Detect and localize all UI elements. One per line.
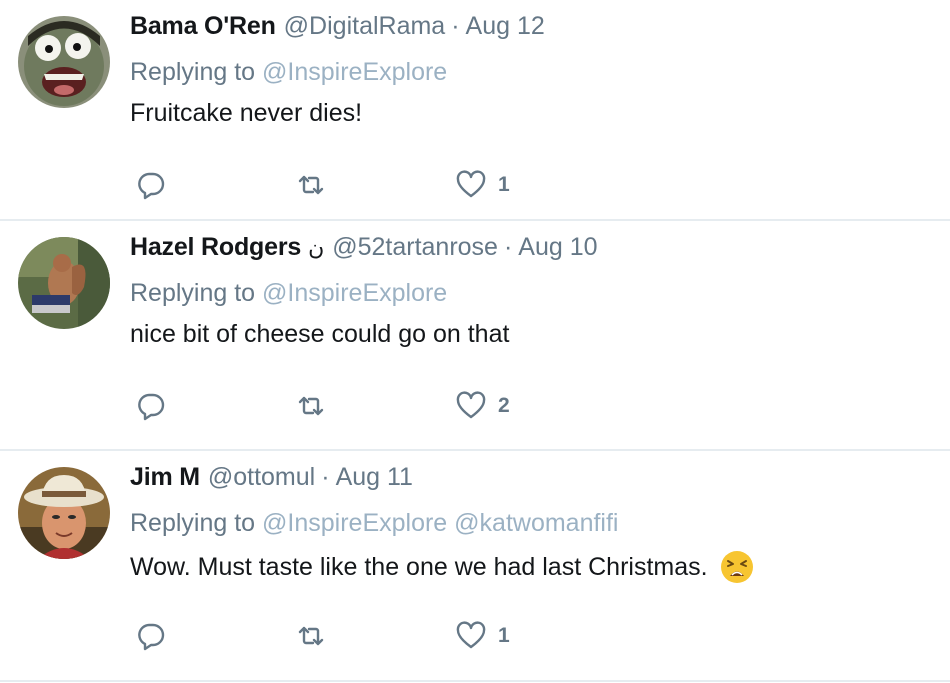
user-handle[interactable]: @DigitalRama bbox=[284, 12, 446, 41]
cartoon-face-icon bbox=[18, 16, 110, 108]
avatar[interactable] bbox=[18, 16, 110, 108]
tweet-content: Bama O'Ren @DigitalRama · Aug 12 Replyin… bbox=[130, 12, 940, 128]
tweet-text: Fruitcake never dies! bbox=[130, 99, 940, 128]
name-symbol: ن bbox=[308, 235, 325, 260]
tweet-content: Jim M @ottomul · Aug 11 Replying to @Ins… bbox=[130, 463, 940, 584]
retweet-button[interactable] bbox=[296, 621, 456, 651]
retweet-button[interactable] bbox=[296, 391, 456, 421]
retweet-icon bbox=[298, 626, 324, 646]
like-button[interactable]: 1 bbox=[456, 621, 616, 651]
replying-prefix: Replying to bbox=[130, 58, 256, 86]
replying-to: Replying to @InspireExplore bbox=[130, 279, 940, 308]
mention-link[interactable]: @InspireExplore bbox=[262, 509, 447, 537]
heart-icon bbox=[456, 170, 486, 198]
tweet-text-body: Wow. Must taste like the one we had last… bbox=[130, 552, 708, 581]
tweet[interactable]: Bama O'Ren @DigitalRama · Aug 12 Replyin… bbox=[0, 0, 950, 221]
tweet-actions: 2 bbox=[136, 391, 616, 421]
tweet-header: Hazel Rodgers ن @52tartanrose · Aug 10 bbox=[130, 233, 940, 269]
retweet-icon bbox=[298, 175, 324, 195]
tweet-date[interactable]: Aug 10 bbox=[518, 233, 597, 262]
replying-to: Replying to @InspireExplore bbox=[130, 58, 940, 87]
replying-prefix: Replying to bbox=[130, 509, 256, 537]
replying-to: Replying to @InspireExplore @katwomanfif… bbox=[130, 509, 940, 538]
separator-dot: · bbox=[503, 233, 513, 261]
tweet-content: Hazel Rodgers ن @52tartanrose · Aug 10 R… bbox=[130, 233, 940, 349]
retweet-icon bbox=[298, 396, 324, 416]
like-button[interactable]: 2 bbox=[456, 391, 616, 421]
tweet-actions: 1 bbox=[136, 621, 616, 651]
separator-dot: · bbox=[321, 463, 330, 491]
reply-icon bbox=[138, 172, 165, 200]
avatar[interactable] bbox=[18, 467, 110, 559]
squirrel-photo-icon bbox=[18, 237, 110, 329]
reply-icon bbox=[138, 623, 165, 651]
tweet-text: Wow. Must taste like the one we had last… bbox=[130, 550, 940, 584]
tweet-date[interactable]: Aug 12 bbox=[466, 12, 545, 41]
tweet-date[interactable]: Aug 11 bbox=[336, 463, 413, 492]
heart-icon bbox=[456, 391, 486, 419]
mention-link[interactable]: @InspireExplore bbox=[262, 58, 447, 86]
reply-icon bbox=[138, 393, 165, 421]
user-handle[interactable]: @52tartanrose bbox=[332, 233, 498, 262]
retweet-button[interactable] bbox=[296, 170, 456, 200]
tweet-text-body: nice bit of cheese could go on that bbox=[130, 320, 510, 348]
tweet[interactable]: Jim M @ottomul · Aug 11 Replying to @Ins… bbox=[0, 451, 950, 682]
tweet-header: Jim M @ottomul · Aug 11 bbox=[130, 463, 940, 499]
tweet-header: Bama O'Ren @DigitalRama · Aug 12 bbox=[130, 12, 940, 48]
reply-feed: Bama O'Ren @DigitalRama · Aug 12 Replyin… bbox=[0, 0, 950, 683]
replying-prefix: Replying to bbox=[130, 279, 256, 307]
heart-icon bbox=[456, 621, 486, 649]
user-handle[interactable]: @ottomul bbox=[208, 463, 315, 492]
reply-button[interactable] bbox=[136, 621, 296, 651]
like-count: 2 bbox=[498, 394, 510, 417]
display-name[interactable]: Bama O'Ren bbox=[130, 12, 276, 41]
avatar[interactable] bbox=[18, 237, 110, 329]
separator-dot: · bbox=[451, 12, 460, 40]
tweet-text-body: Fruitcake never dies! bbox=[130, 99, 363, 127]
tweet[interactable]: Hazel Rodgers ن @52tartanrose · Aug 10 R… bbox=[0, 221, 950, 451]
tweet-actions: 1 bbox=[136, 170, 616, 200]
reply-button[interactable] bbox=[136, 170, 296, 200]
reply-button[interactable] bbox=[136, 391, 296, 421]
like-button[interactable]: 1 bbox=[456, 170, 616, 200]
mention-link[interactable]: @katwomanfifi bbox=[454, 509, 618, 537]
man-with-hat-icon bbox=[18, 467, 110, 559]
mention-link[interactable]: @InspireExplore bbox=[262, 279, 447, 307]
tired-face-emoji-icon bbox=[720, 551, 753, 583]
display-name[interactable]: Jim M bbox=[130, 463, 200, 492]
like-count: 1 bbox=[498, 173, 510, 196]
tweet-text: nice bit of cheese could go on that bbox=[130, 320, 940, 349]
like-count: 1 bbox=[498, 624, 510, 647]
display-name[interactable]: Hazel Rodgers bbox=[130, 233, 301, 262]
